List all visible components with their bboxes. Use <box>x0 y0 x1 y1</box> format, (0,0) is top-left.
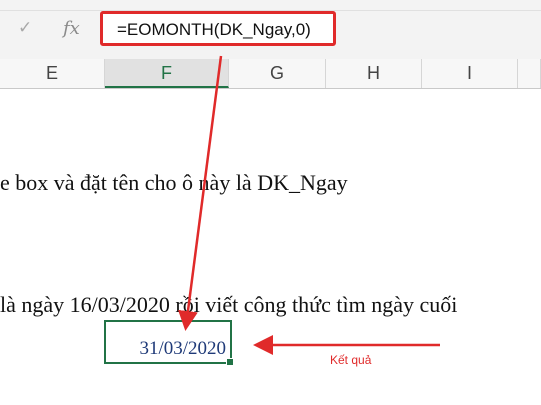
column-header-f[interactable]: F <box>105 59 229 88</box>
check-icon[interactable]: ✓ <box>18 18 32 38</box>
cell-text-instruction-2[interactable]: là ngày 16/03/2020 rồi viết công thức tì… <box>0 292 457 318</box>
fill-handle[interactable] <box>226 358 234 366</box>
result-label: Kết quả <box>330 353 372 367</box>
formula-input[interactable]: =EOMONTH(DK_Ngay,0) <box>100 11 336 46</box>
column-header-next[interactable] <box>518 59 541 88</box>
column-header-g[interactable]: G <box>229 59 326 88</box>
column-headers: E F G H I <box>0 59 541 89</box>
column-header-e[interactable]: E <box>0 59 105 88</box>
cell-value-result: 31/03/2020 <box>139 338 226 359</box>
fx-icon[interactable]: fx <box>63 18 80 39</box>
formula-bar: ✓ fx =EOMONTH(DK_Ngay,0) <box>0 0 541 60</box>
cell-text-instruction-1[interactable]: e box và đặt tên cho ô này là DK_Ngay <box>0 170 348 196</box>
formula-text: =EOMONTH(DK_Ngay,0) <box>117 20 311 39</box>
column-header-h[interactable]: H <box>326 59 422 88</box>
selected-cell-f[interactable]: 31/03/2020 <box>104 320 234 366</box>
column-header-i[interactable]: I <box>422 59 518 88</box>
